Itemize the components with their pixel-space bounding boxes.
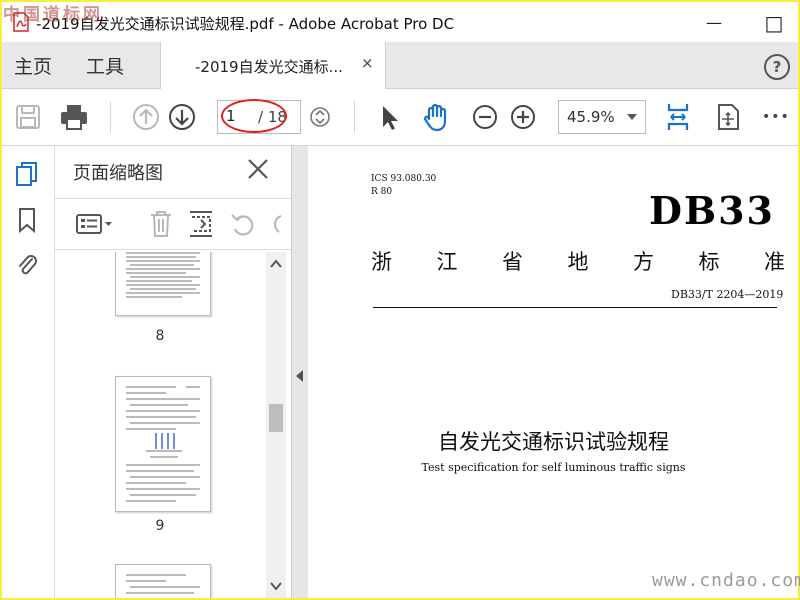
close-tab-button[interactable]: × [361, 54, 374, 72]
chevron-down-icon[interactable] [266, 578, 286, 594]
current-page-input[interactable] [226, 107, 246, 125]
scrollbar-thumb[interactable] [269, 404, 283, 432]
minimize-button[interactable]: — [694, 10, 734, 36]
delete-page-icon[interactable] [147, 209, 175, 239]
thumbnail-page-label: 9 [155, 518, 165, 534]
standard-number: DB33/T 2204—2019 [671, 288, 784, 301]
next-page-icon[interactable] [166, 101, 198, 133]
province-standard-heading: 浙 江 省 地 方 标 准 [371, 246, 785, 276]
heading-char: 地 [567, 250, 589, 274]
toolbar-separator [110, 101, 111, 133]
thumbnail-options-icon[interactable] [75, 211, 115, 237]
navigation-rail [2, 146, 55, 598]
page-number-field[interactable]: / 18 [217, 100, 301, 134]
page-total-label: / 18 [258, 108, 287, 126]
zoom-out-icon[interactable] [469, 101, 501, 133]
heading-char: 准 [764, 250, 785, 274]
hand-tool-icon[interactable] [420, 101, 452, 133]
main-toolbar: / 18 45.9% ••• [2, 89, 798, 146]
close-icon[interactable] [245, 156, 271, 182]
page-stepper-icon[interactable] [306, 101, 338, 133]
document-subtitle: Test specification for self luminous tra… [421, 461, 686, 474]
panel-toolbar [55, 198, 291, 250]
heading-char: 省 [502, 250, 523, 274]
watermark-top: 中国道标网 [3, 5, 103, 25]
thumbnail-list: 8 9 [55, 252, 265, 598]
zoom-in-icon[interactable] [507, 101, 539, 133]
more-tools-icon[interactable]: ••• [762, 101, 794, 133]
standard-code: DB33 [649, 188, 775, 233]
page-fit-icon[interactable] [712, 101, 744, 133]
zoom-value: 45.9% [567, 108, 615, 126]
page-thumbnail[interactable] [115, 564, 211, 598]
document-page: ICS 93.080.30 R 80 DB33 浙 江 省 地 方 标 准 DB… [309, 146, 798, 598]
chevron-up-icon[interactable] [266, 256, 286, 272]
page-thumbnail[interactable] [115, 252, 211, 316]
thumbnail-page-label: 8 [155, 328, 165, 344]
watermark-bottom: www.cndao.com [652, 570, 800, 591]
panel-splitter[interactable] [292, 146, 308, 598]
page-thumbnails-icon[interactable] [14, 160, 40, 188]
heading-char: 方 [633, 250, 654, 274]
ics-code: ICS 93.080.30 [371, 174, 437, 184]
heading-char: 浙 [371, 250, 392, 274]
insert-page-icon[interactable] [187, 209, 215, 239]
thumbnails-panel: 页面缩略图 8 9 [55, 146, 292, 598]
attachment-icon[interactable] [14, 250, 40, 278]
toolbar-separator [354, 101, 355, 133]
save-icon[interactable] [12, 101, 44, 133]
help-button[interactable]: ? [764, 54, 790, 80]
chevron-down-icon [627, 114, 637, 120]
menu-tools[interactable]: 工具 [86, 52, 124, 79]
previous-page-icon[interactable] [130, 101, 162, 133]
classification-code: R 80 [371, 187, 393, 197]
document-tab[interactable]: -2019自发光交通标... × [160, 42, 386, 89]
heading-char: 江 [436, 250, 458, 274]
maximize-button[interactable]: □ [754, 10, 794, 36]
thumbnail-scrollbar[interactable] [266, 252, 286, 598]
tab-bar: 主页 工具 -2019自发光交通标... × ? [2, 42, 798, 89]
heading-char: 标 [698, 250, 720, 274]
print-icon[interactable] [58, 101, 90, 133]
menu-home[interactable]: 主页 [14, 52, 52, 79]
document-title: 自发光交通标识试验规程 [438, 430, 669, 454]
select-cursor-icon[interactable] [374, 101, 406, 133]
rotate-right-icon[interactable] [269, 209, 289, 239]
page-thumbnail[interactable] [115, 376, 211, 512]
panel-title: 页面缩略图 [73, 163, 163, 184]
fit-width-icon[interactable] [662, 101, 694, 133]
app-frame: -2019自发光交通标识试验规程.pdf - Adobe Acrobat Pro… [0, 0, 800, 600]
divider [373, 307, 777, 308]
zoom-dropdown[interactable]: 45.9% [558, 100, 646, 134]
document-tab-label: -2019自发光交通标... [195, 58, 343, 76]
bookmark-icon[interactable] [14, 206, 40, 234]
title-bar: -2019自发光交通标识试验规程.pdf - Adobe Acrobat Pro… [2, 2, 798, 42]
collapse-panel-icon[interactable] [296, 370, 303, 382]
rotate-left-icon[interactable] [229, 209, 257, 239]
